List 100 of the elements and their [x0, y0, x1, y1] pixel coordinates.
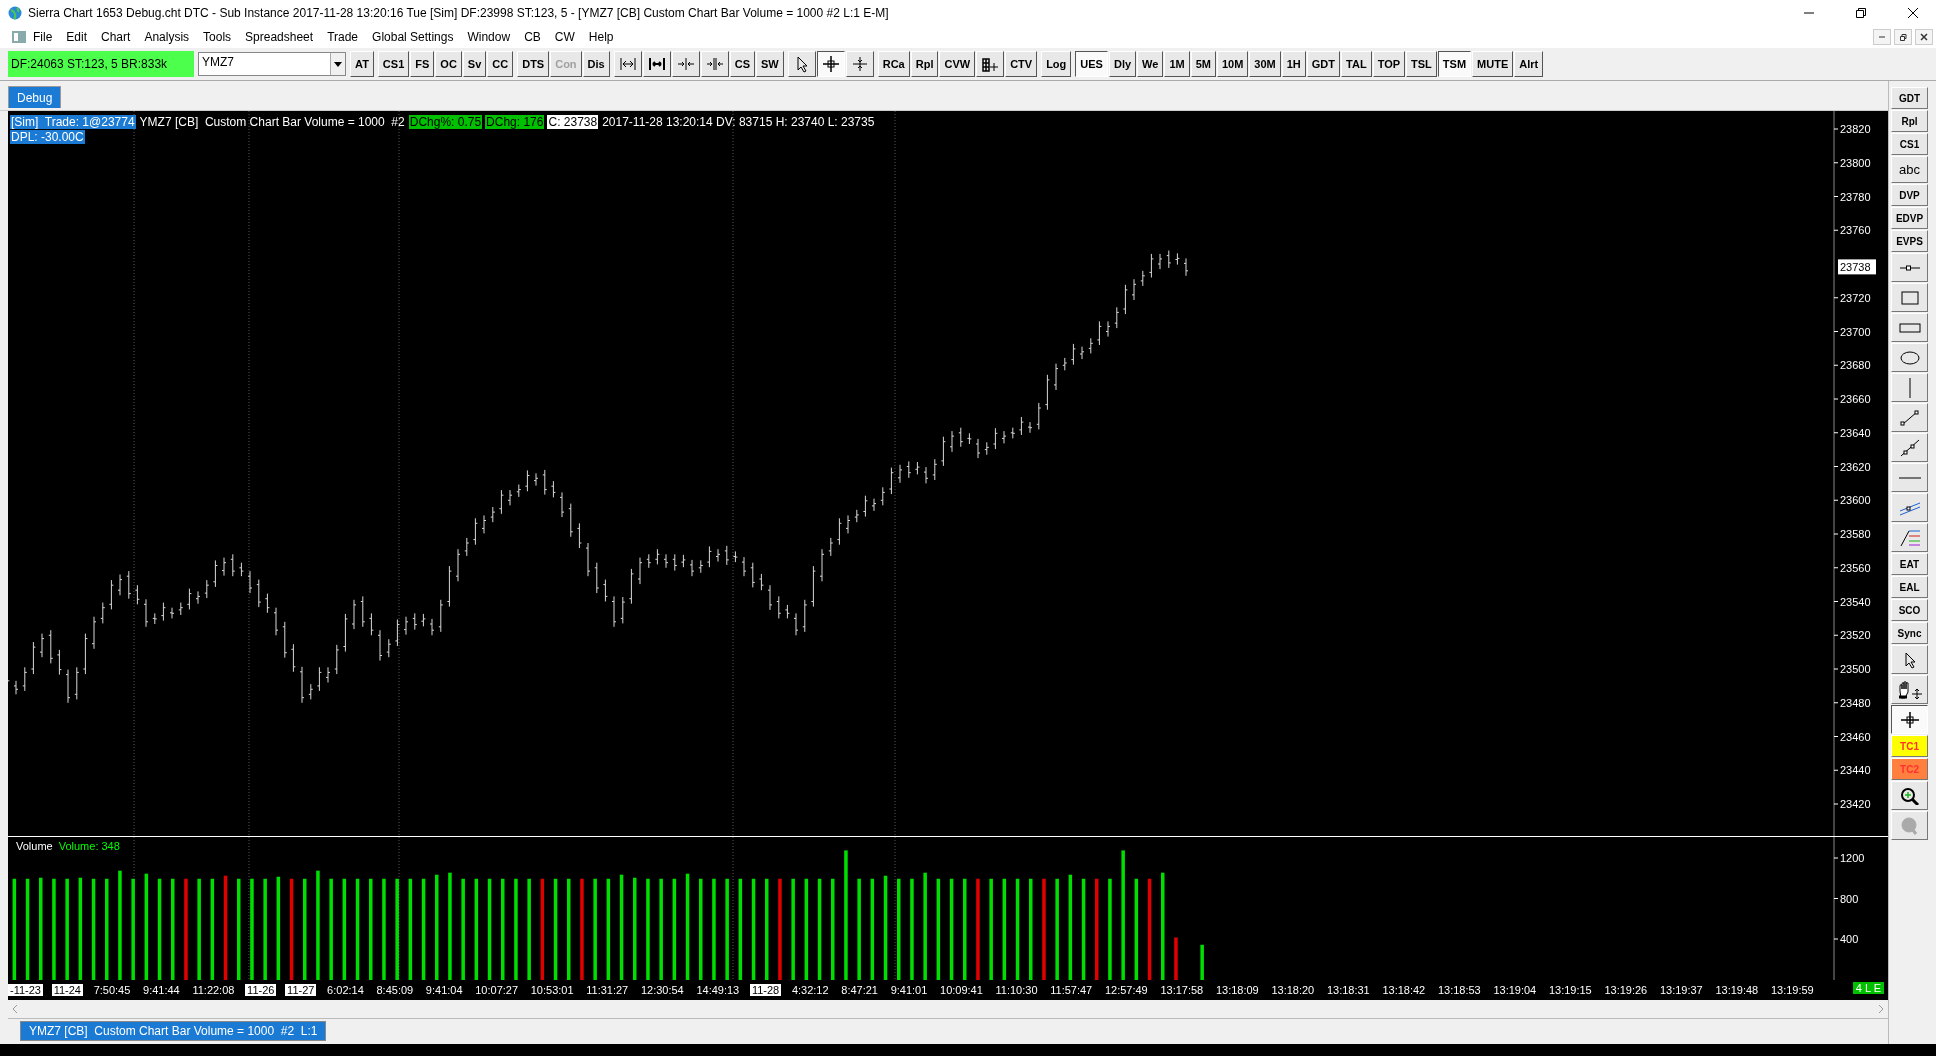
tool-button[interactable]: MUTE — [1472, 51, 1514, 77]
time-label: 13:18:20 — [1270, 984, 1316, 997]
time-label: 11:22:08 — [191, 984, 236, 997]
tool-button[interactable]: UES — [1075, 51, 1108, 77]
axis-label: 23800 — [1840, 157, 1871, 170]
time-label: 13:19:15 — [1547, 984, 1593, 997]
crosshair-icon — [821, 55, 840, 73]
tool-button[interactable]: Sv — [462, 51, 487, 77]
tool-button[interactable] — [1891, 705, 1928, 734]
tool-button[interactable]: SCO — [1891, 599, 1928, 621]
time-label: 12:30:54 — [639, 984, 685, 997]
tool-button[interactable]: GDT — [1306, 51, 1341, 77]
chart-info: DPL: -30.00C — [10, 130, 85, 145]
axis-label: 23700 — [1840, 325, 1871, 338]
tool-button[interactable]: TAL — [1341, 51, 1372, 77]
menu-item[interactable]: Trade — [320, 30, 366, 44]
tool-button[interactable]: 10M — [1216, 51, 1249, 77]
axis-label: 23640 — [1840, 427, 1871, 440]
price-marker: 23738 — [1838, 259, 1876, 275]
tool-button[interactable]: TSL — [1406, 51, 1437, 77]
tool-button[interactable] — [816, 51, 845, 77]
close-icon — [1920, 33, 1928, 41]
menu-item[interactable]: Spreadsheet — [238, 30, 321, 44]
time-label: 11:31:27 — [585, 984, 630, 997]
tool-button[interactable]: GDT — [1891, 87, 1928, 109]
tool-button[interactable]: RCa — [877, 51, 910, 77]
axis-label: 23760 — [1840, 224, 1871, 237]
tool-button[interactable]: CVW — [939, 51, 976, 77]
tool-button[interactable]: EDVP — [1891, 207, 1928, 229]
menu-item[interactable]: Edit — [59, 30, 95, 44]
tool-button[interactable]: 1H — [1281, 51, 1306, 77]
rectangle-icon — [1898, 288, 1921, 307]
tool-button[interactable]: 30M — [1249, 51, 1281, 77]
menu-item[interactable]: Global Settings — [365, 30, 461, 44]
time-label: 13:19:37 — [1658, 984, 1704, 997]
menu-item[interactable]: CW — [547, 30, 582, 44]
menu-item[interactable]: Analysis — [137, 30, 197, 44]
status-readout: DF:24063 ST:123, 5 BR:833k — [8, 51, 194, 77]
time-label: 11:10:30 — [994, 984, 1039, 997]
tool-button[interactable]: abc — [1891, 156, 1928, 183]
tool-button[interactable]: Log — [1041, 51, 1072, 77]
tool-button[interactable]: SW — [756, 51, 784, 77]
tool-button[interactable]: FS — [410, 51, 435, 77]
time-label: 9:41:04 — [424, 984, 464, 997]
time-label: 13:18:09 — [1214, 984, 1260, 997]
menu-item[interactable]: File — [26, 30, 60, 44]
axis-label: 23720 — [1840, 292, 1871, 305]
tool-button[interactable]: Rpl — [1891, 110, 1928, 132]
tool-button[interactable]: EAL — [1891, 576, 1928, 598]
menu-item[interactable]: CB — [517, 30, 548, 44]
restore-button[interactable] — [1894, 29, 1912, 45]
menu-item[interactable]: Tools — [196, 30, 239, 44]
menu-item[interactable]: Help — [581, 30, 621, 44]
time-label: 14:49:13 — [695, 984, 741, 997]
vertical-line-icon — [1908, 377, 1911, 398]
tool-button[interactable]: Rpl — [910, 51, 939, 77]
fan-lines-icon — [1898, 528, 1921, 547]
app-icon — [12, 31, 26, 43]
tool-button[interactable]: DTS — [517, 51, 550, 77]
tool-button[interactable]: CTV — [1005, 51, 1038, 77]
tool-button[interactable]: TSM — [1437, 51, 1472, 77]
axis-label: 23420 — [1840, 798, 1871, 811]
time-label: 13:18:53 — [1436, 984, 1482, 997]
chart-info: C: 23738 — [547, 115, 599, 130]
tool-button[interactable]: TOP — [1372, 51, 1406, 77]
chart-info: DChg: 176 — [485, 115, 545, 130]
menu-item[interactable]: Chart — [94, 30, 138, 44]
tool-button[interactable]: EAT — [1891, 553, 1928, 575]
tool-button[interactable]: CC — [487, 51, 514, 77]
menu-item[interactable]: Window — [460, 30, 518, 44]
tool-button[interactable]: CS — [729, 51, 755, 77]
symbol-combo[interactable]: YMZ7 — [198, 52, 346, 76]
ray-icon — [1898, 438, 1921, 457]
time-label: 13:18:31 — [1325, 984, 1371, 997]
time-label: 6:02:14 — [326, 984, 365, 997]
tool-button[interactable]: Dis — [582, 51, 610, 77]
line-segment-icon — [1898, 408, 1921, 427]
close-button[interactable] — [1915, 29, 1933, 45]
time-label: 8:45:09 — [375, 984, 415, 997]
time-label: 12:57:49 — [1103, 984, 1149, 997]
tool-button[interactable]: CS1 — [377, 51, 410, 77]
tool-button[interactable]: AT — [350, 51, 374, 77]
tool-button[interactable]: CS1 — [1891, 133, 1928, 155]
tool-button[interactable]: 5M — [1190, 51, 1216, 77]
tool-button[interactable]: Dly — [1108, 51, 1137, 77]
line-point-icon — [1898, 264, 1921, 271]
tool-button[interactable]: DVP — [1891, 184, 1928, 206]
tool-button[interactable]: Sync — [1891, 622, 1928, 644]
study-title: Volume — [16, 840, 53, 853]
status-badge: 4 L E — [1852, 982, 1884, 995]
axis-label: 23620 — [1840, 460, 1871, 473]
tool-button[interactable]: OC — [435, 51, 462, 77]
tool-button[interactable]: Alrt — [1514, 51, 1544, 77]
axis-label: 23500 — [1840, 663, 1871, 676]
chart-tab[interactable]: Debug — [8, 86, 62, 109]
chart-tab[interactable]: YMZ7 [CB] Custom Chart Bar Volume = 1000 #2 L:1 — [20, 1021, 327, 1042]
tool-button[interactable]: EVPS — [1891, 230, 1928, 252]
axis-label: 23820 — [1840, 123, 1871, 136]
tool-button[interactable]: We — [1137, 51, 1164, 77]
tool-button[interactable]: 1M — [1164, 51, 1190, 77]
